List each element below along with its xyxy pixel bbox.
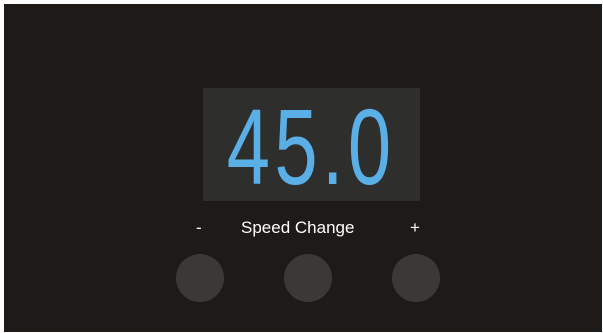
speed-value: 45.0 [227,88,396,201]
speed-change-label: Speed Change [241,218,355,237]
speed-change-button[interactable] [284,254,332,302]
increase-speed-button[interactable] [392,254,440,302]
speed-readout: 45.0 [203,88,420,201]
decrease-label: - [196,218,202,237]
increase-label: + [410,218,420,237]
decrease-speed-button[interactable] [176,254,224,302]
speed-display: 45.0 [203,88,420,201]
